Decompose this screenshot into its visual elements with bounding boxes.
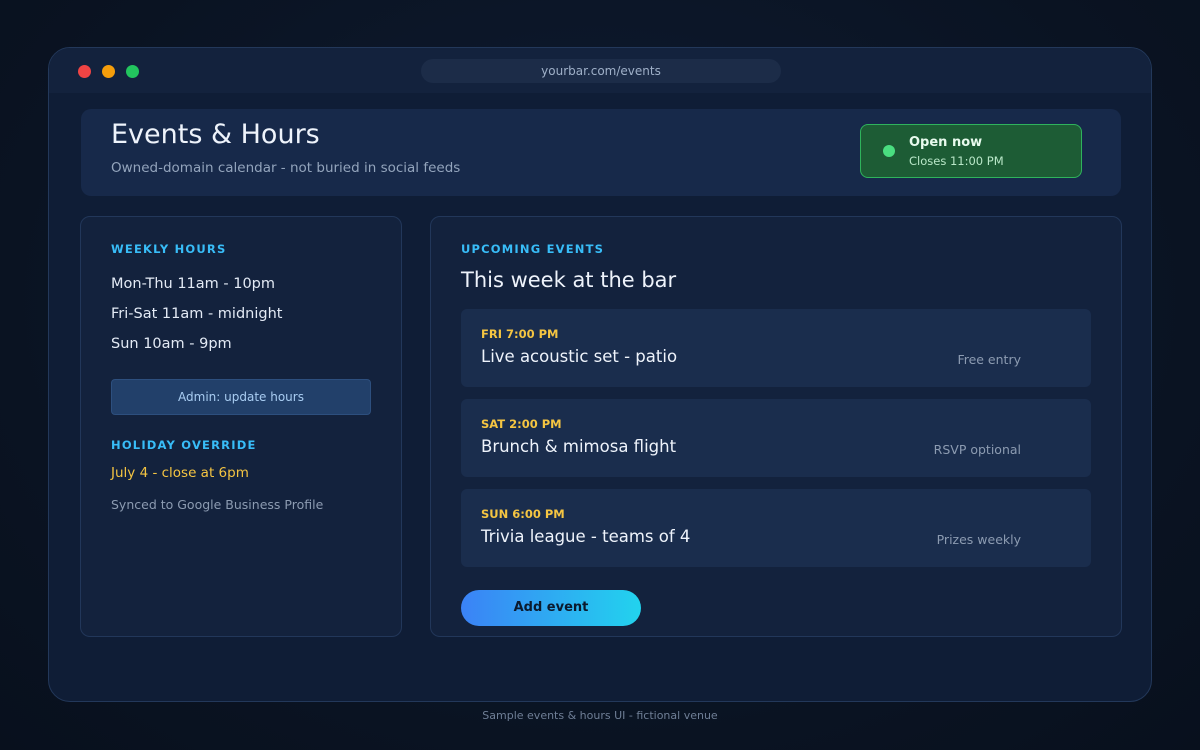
page-title: Events & Hours bbox=[111, 119, 320, 150]
sync-status-text: Synced to Google Business Profile bbox=[111, 497, 324, 512]
footer-caption: Sample events & hours UI - fictional ven… bbox=[482, 709, 718, 722]
open-status-badge: Open now Closes 11:00 PM bbox=[860, 124, 1082, 178]
hours-line: Mon-Thu 11am - 10pm bbox=[111, 276, 276, 292]
events-heading: This week at the bar bbox=[461, 268, 677, 292]
minimize-window-button[interactable] bbox=[102, 65, 115, 78]
event-time: SAT 2:00 PM bbox=[481, 417, 562, 431]
holiday-override-label: HOLIDAY OVERRIDE bbox=[111, 438, 257, 452]
event-note: Prizes weekly bbox=[936, 532, 1021, 547]
event-note: RSVP optional bbox=[933, 442, 1021, 457]
hours-panel: WEEKLY HOURS Mon-Thu 11am - 10pm Fri-Sat… bbox=[80, 216, 402, 637]
maximize-window-button[interactable] bbox=[126, 65, 139, 78]
event-title: Live acoustic set - patio bbox=[481, 347, 678, 366]
status-dot-icon bbox=[883, 145, 895, 157]
event-title: Brunch & mimosa flight bbox=[481, 437, 677, 456]
event-title: Trivia league - teams of 4 bbox=[481, 527, 691, 546]
status-detail: Closes 11:00 PM bbox=[909, 154, 1004, 168]
status-title: Open now bbox=[909, 135, 983, 150]
event-note: Free entry bbox=[957, 352, 1021, 367]
close-window-button[interactable] bbox=[78, 65, 91, 78]
address-bar[interactable]: yourbar.com/events bbox=[421, 59, 781, 83]
hours-line: Sun 10am - 9pm bbox=[111, 336, 232, 352]
upcoming-events-label: UPCOMING EVENTS bbox=[461, 242, 605, 256]
event-time: FRI 7:00 PM bbox=[481, 327, 559, 341]
events-panel: UPCOMING EVENTS This week at the bar FRI… bbox=[430, 216, 1122, 637]
title-bar: yourbar.com/events bbox=[49, 48, 1151, 93]
add-event-button[interactable]: Add event bbox=[461, 590, 641, 626]
page-subtitle: Owned-domain calendar - not buried in so… bbox=[111, 160, 461, 176]
hours-line: Fri-Sat 11am - midnight bbox=[111, 306, 283, 322]
admin-update-hours-button[interactable]: Admin: update hours bbox=[111, 379, 371, 415]
page-header: Events & Hours Owned-domain calendar - n… bbox=[81, 109, 1121, 196]
holiday-override-text: July 4 - close at 6pm bbox=[111, 465, 249, 481]
browser-window: yourbar.com/events Events & Hours Owned-… bbox=[48, 47, 1152, 702]
event-card[interactable]: SAT 2:00 PM Brunch & mimosa flight RSVP … bbox=[461, 399, 1091, 477]
event-card[interactable]: SUN 6:00 PM Trivia league - teams of 4 P… bbox=[461, 489, 1091, 567]
weekly-hours-label: WEEKLY HOURS bbox=[111, 242, 227, 256]
event-card[interactable]: FRI 7:00 PM Live acoustic set - patio Fr… bbox=[461, 309, 1091, 387]
event-time: SUN 6:00 PM bbox=[481, 507, 565, 521]
